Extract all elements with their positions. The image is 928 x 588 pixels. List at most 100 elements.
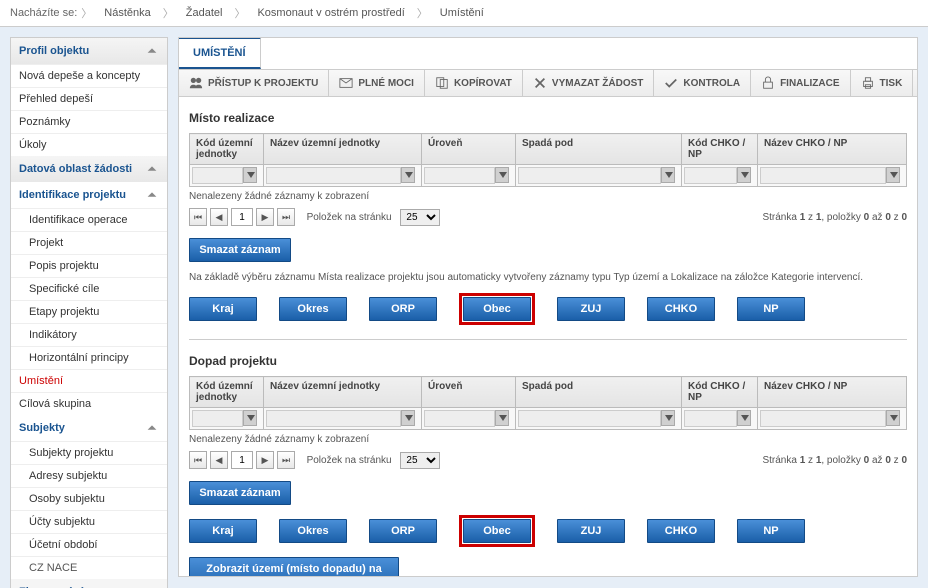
- toolbar-kontrola[interactable]: KONTROLA: [654, 70, 751, 96]
- zuj-button[interactable]: ZUJ: [557, 519, 625, 543]
- zuj-button[interactable]: ZUJ: [557, 297, 625, 321]
- sidebar-item[interactable]: Přehled depeší: [11, 87, 167, 110]
- np-button[interactable]: NP: [737, 297, 805, 321]
- filter-input[interactable]: [266, 410, 401, 427]
- filter-icon[interactable]: [495, 167, 509, 183]
- pager-prev[interactable]: ◀: [210, 451, 228, 469]
- col-header[interactable]: Úroveň: [422, 134, 516, 165]
- sidebar-item[interactable]: Osoby subjektu: [11, 487, 167, 510]
- pager-last[interactable]: ⏭: [277, 451, 295, 469]
- orp-button[interactable]: ORP: [369, 297, 437, 321]
- kraj-button[interactable]: Kraj: [189, 297, 257, 321]
- delete-button[interactable]: Smazat záznam: [189, 238, 291, 262]
- sidebar-item[interactable]: Subjekty projektu: [11, 441, 167, 464]
- sidebar-header-profil[interactable]: Profil objektu: [11, 38, 167, 64]
- chko-button[interactable]: CHKO: [647, 519, 715, 543]
- np-button[interactable]: NP: [737, 519, 805, 543]
- pager-next[interactable]: ▶: [256, 451, 274, 469]
- pager-last[interactable]: ⏭: [277, 208, 295, 226]
- page-size[interactable]: 25: [400, 209, 440, 226]
- orp-button[interactable]: ORP: [369, 519, 437, 543]
- pager-first[interactable]: ⏮: [189, 451, 207, 469]
- obec-button[interactable]: Obec: [463, 519, 531, 543]
- sidebar-item[interactable]: Horizontální principy: [11, 346, 167, 369]
- col-header[interactable]: Spadá pod: [516, 377, 682, 408]
- filter-icon[interactable]: [737, 167, 751, 183]
- pager-page[interactable]: [231, 451, 253, 469]
- sidebar-header-fin[interactable]: Financování: [11, 579, 167, 588]
- obec-button[interactable]: Obec: [463, 297, 531, 321]
- col-header[interactable]: Název CHKO / NP: [758, 134, 907, 165]
- sidebar-item[interactable]: Cílová skupina: [11, 392, 167, 415]
- pager-prev[interactable]: ◀: [210, 208, 228, 226]
- filter-input[interactable]: [518, 167, 661, 184]
- col-header[interactable]: Kód CHKO / NP: [682, 377, 758, 408]
- filter-icon[interactable]: [661, 167, 675, 183]
- filter-icon[interactable]: [243, 167, 257, 183]
- filter-icon[interactable]: [401, 410, 415, 426]
- okres-button[interactable]: Okres: [279, 519, 347, 543]
- filter-input[interactable]: [424, 167, 495, 184]
- filter-icon[interactable]: [243, 410, 257, 426]
- filter-input[interactable]: [760, 167, 886, 184]
- sidebar-item[interactable]: CZ NACE: [11, 556, 167, 579]
- page-size[interactable]: 25: [400, 452, 440, 469]
- filter-input[interactable]: [760, 410, 886, 427]
- sidebar-item[interactable]: Popis projektu: [11, 254, 167, 277]
- sidebar-item[interactable]: Účetní období: [11, 533, 167, 556]
- sidebar-item[interactable]: Specifické cíle: [11, 277, 167, 300]
- pager-first[interactable]: ⏮: [189, 208, 207, 226]
- toolbar-tisk[interactable]: TISK: [851, 70, 914, 96]
- filter-input[interactable]: [424, 410, 495, 427]
- filter-input[interactable]: [192, 410, 243, 427]
- show-area-button[interactable]: Zobrazit území (místo dopadu) na výzvě: [189, 557, 399, 576]
- filter-input[interactable]: [684, 410, 737, 427]
- col-header[interactable]: Kód územní jednotky: [190, 377, 264, 408]
- sidebar-item-active[interactable]: Umístění: [11, 369, 167, 392]
- sidebar-item[interactable]: Poznámky: [11, 110, 167, 133]
- col-header[interactable]: Kód CHKO / NP: [682, 134, 758, 165]
- filter-input[interactable]: [192, 167, 243, 184]
- filter-icon[interactable]: [886, 167, 900, 183]
- tab-umisteni[interactable]: UMÍSTĚNÍ: [179, 37, 261, 69]
- sidebar-item[interactable]: Nová depeše a koncepty: [11, 64, 167, 87]
- chko-button[interactable]: CHKO: [647, 297, 715, 321]
- col-header[interactable]: Úroveň: [422, 377, 516, 408]
- bc-item[interactable]: Nástěnka: [96, 5, 158, 21]
- filter-icon[interactable]: [401, 167, 415, 183]
- bc-item[interactable]: Kosmonaut v ostrém prostředí: [249, 5, 412, 21]
- bc-item[interactable]: Žadatel: [178, 5, 231, 21]
- filter-icon[interactable]: [886, 410, 900, 426]
- col-header[interactable]: Název CHKO / NP: [758, 377, 907, 408]
- sidebar-item[interactable]: Adresy subjektu: [11, 464, 167, 487]
- bc-item[interactable]: Umístění: [432, 5, 492, 21]
- sidebar-item[interactable]: Identifikace operace: [11, 208, 167, 231]
- col-header[interactable]: Název územní jednotky: [264, 377, 422, 408]
- sidebar-item[interactable]: Úkoly: [11, 133, 167, 156]
- kraj-button[interactable]: Kraj: [189, 519, 257, 543]
- pager-page[interactable]: [231, 208, 253, 226]
- toolbar-finalizace[interactable]: FINALIZACE: [751, 70, 850, 96]
- sidebar-item[interactable]: Účty subjektu: [11, 510, 167, 533]
- sidebar-header-ident[interactable]: Identifikace projektu: [11, 182, 167, 208]
- sidebar-item[interactable]: Projekt: [11, 231, 167, 254]
- pager-next[interactable]: ▶: [256, 208, 274, 226]
- filter-input[interactable]: [518, 410, 661, 427]
- toolbar-plnemoci[interactable]: PLNÉ MOCI: [329, 70, 425, 96]
- sidebar-item[interactable]: Indikátory: [11, 323, 167, 346]
- filter-icon[interactable]: [737, 410, 751, 426]
- toolbar-vymazat[interactable]: VYMAZAT ŽÁDOST: [523, 70, 654, 96]
- sidebar-header-data[interactable]: Datová oblast žádosti: [11, 156, 167, 182]
- toolbar-kopirovat[interactable]: KOPÍROVAT: [425, 70, 523, 96]
- filter-input[interactable]: [684, 167, 737, 184]
- filter-icon[interactable]: [661, 410, 675, 426]
- toolbar-pristup[interactable]: PŘÍSTUP K PROJEKTU: [179, 70, 329, 96]
- delete-button[interactable]: Smazat záznam: [189, 481, 291, 505]
- col-header[interactable]: Název územní jednotky: [264, 134, 422, 165]
- okres-button[interactable]: Okres: [279, 297, 347, 321]
- col-header[interactable]: Spadá pod: [516, 134, 682, 165]
- filter-input[interactable]: [266, 167, 401, 184]
- col-header[interactable]: Kód územní jednotky: [190, 134, 264, 165]
- filter-icon[interactable]: [495, 410, 509, 426]
- sidebar-header-subj[interactable]: Subjekty: [11, 415, 167, 441]
